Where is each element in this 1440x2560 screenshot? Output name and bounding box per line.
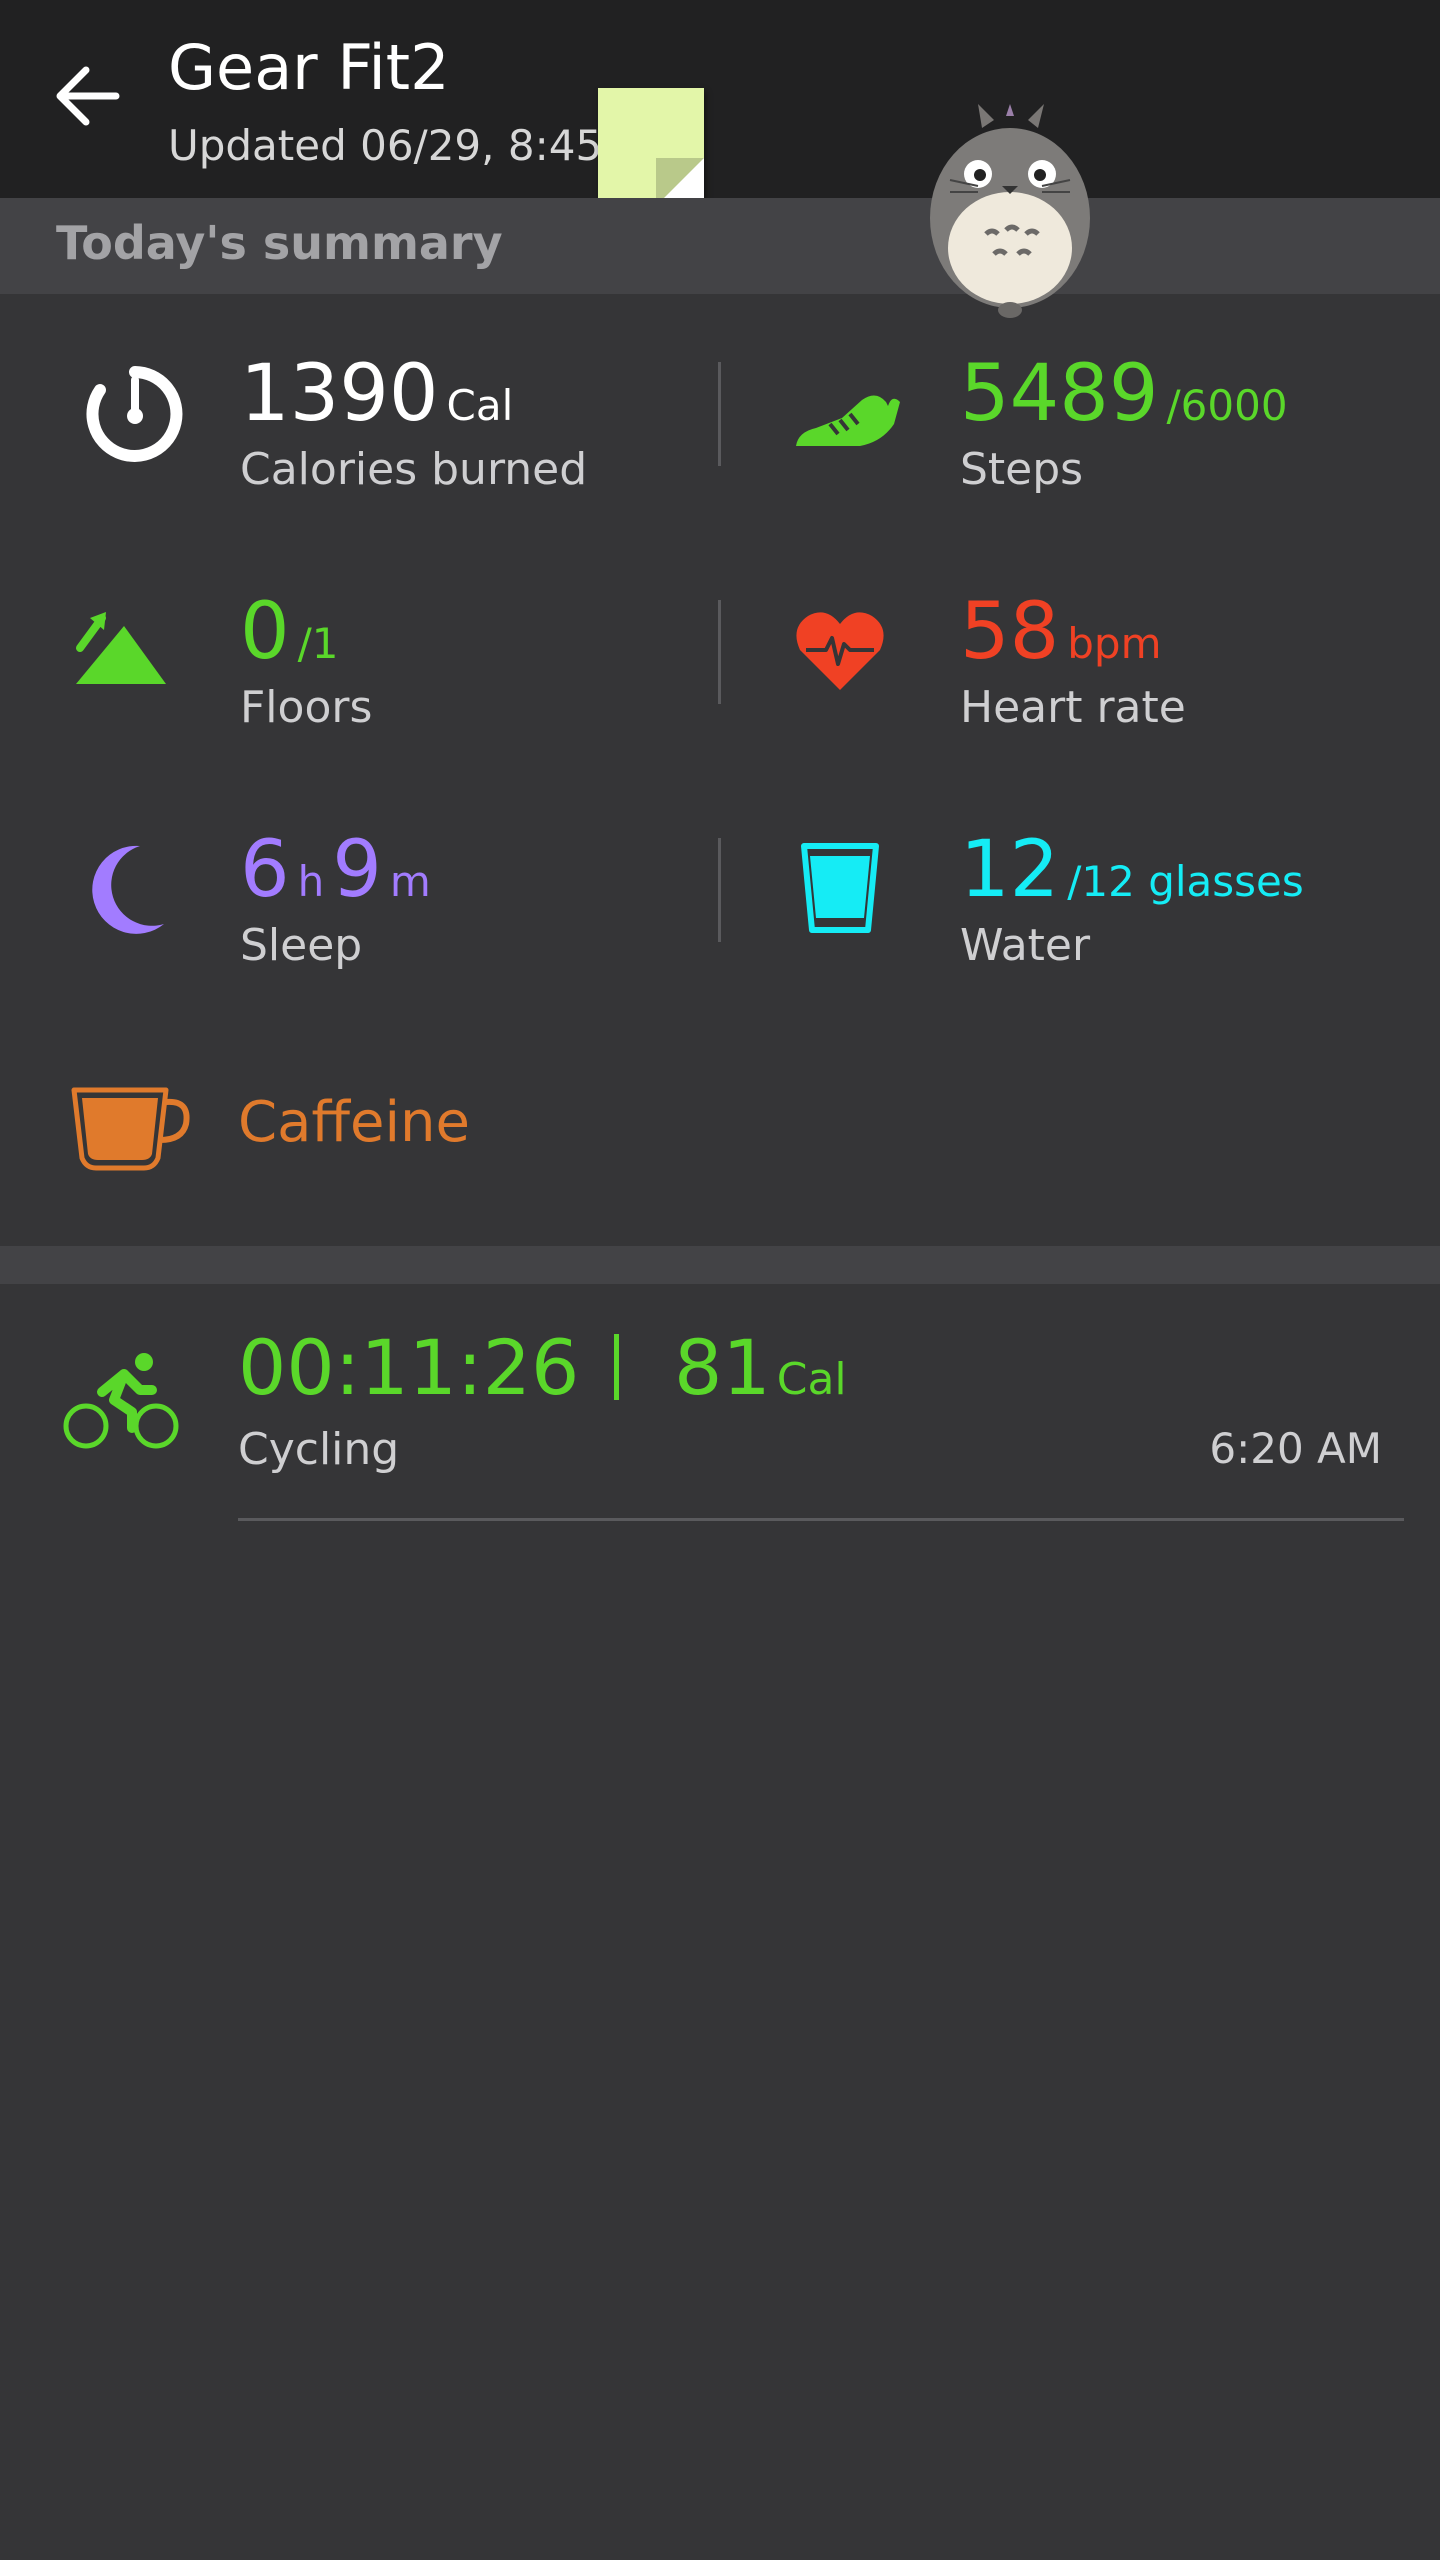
cup-icon (71, 1087, 190, 1171)
back-arrow-icon[interactable] (50, 60, 122, 132)
steps-label: Steps (960, 444, 1084, 495)
workout-time: 6:20 AM (1209, 1424, 1382, 1473)
mountain-up-icon (76, 612, 166, 684)
section-separator (0, 1246, 1440, 1284)
heart-rate-icon (796, 612, 884, 690)
moon-icon (92, 845, 164, 934)
workout-calories-value: 81 (674, 1323, 771, 1412)
workout-calories-unit: Cal (776, 1354, 847, 1405)
glass-icon (801, 843, 879, 933)
tile-divider (718, 838, 721, 942)
section-title: Today's summary (56, 216, 503, 270)
totoro-sticker-icon[interactable] (920, 98, 1100, 318)
app-bar: Gear Fit2 Updated 06/29, 8:45 (0, 0, 1440, 198)
water-label: Water (960, 920, 1091, 971)
section-header: Today's summary (0, 198, 1440, 294)
steps-goal: /6000 (1166, 381, 1288, 430)
calories-value: 1390 (240, 349, 439, 439)
floors-label: Floors (240, 682, 373, 733)
workout-divider (238, 1518, 1404, 1521)
heart-rate-label: Heart rate (960, 682, 1186, 733)
sleep-tile[interactable]: 6h9m Sleep (70, 825, 720, 1026)
sticky-note[interactable] (598, 88, 704, 206)
floors-value: 0 (240, 587, 290, 677)
heart-rate-unit: bpm (1067, 619, 1162, 668)
workout-duration: 00:11:26 (238, 1323, 580, 1412)
calories-label: Calories burned (240, 444, 588, 495)
tile-divider (718, 362, 721, 466)
heart-rate-tile[interactable]: 58 bpm Heart rate (790, 587, 1420, 788)
steps-value: 5489 (960, 349, 1159, 439)
calories-unit: Cal (446, 381, 514, 430)
water-goal: /12 glasses (1067, 857, 1304, 906)
cycling-icon (63, 1353, 179, 1449)
floors-tile[interactable]: 0/1 Floors (70, 587, 720, 788)
workout-type: Cycling (238, 1424, 400, 1475)
sleep-label: Sleep (240, 920, 363, 971)
sleep-minutes-unit: m (389, 857, 431, 906)
workout-calories: 81 Cal (674, 1318, 847, 1430)
tile-divider (718, 600, 721, 704)
workout-separator (614, 1334, 619, 1400)
shoe-icon (796, 395, 900, 446)
timer-icon (86, 366, 183, 462)
caffeine-label: Caffeine (238, 1090, 470, 1155)
page-title: Gear Fit2 (168, 31, 450, 104)
steps-tile[interactable]: 5489/6000 Steps (790, 349, 1420, 550)
water-value: 12 (960, 825, 1060, 915)
heart-rate-value: 58 (960, 587, 1060, 677)
sleep-hours: 6 (240, 825, 290, 915)
water-tile[interactable]: 12/12 glasses Water (790, 825, 1420, 1026)
floors-goal: /1 (297, 619, 339, 668)
calories-tile[interactable]: 1390 Cal Calories burned (70, 349, 720, 550)
sleep-hours-unit: h (297, 857, 325, 906)
sleep-minutes: 9 (332, 825, 382, 915)
last-updated: Updated 06/29, 8:45 (168, 121, 603, 170)
